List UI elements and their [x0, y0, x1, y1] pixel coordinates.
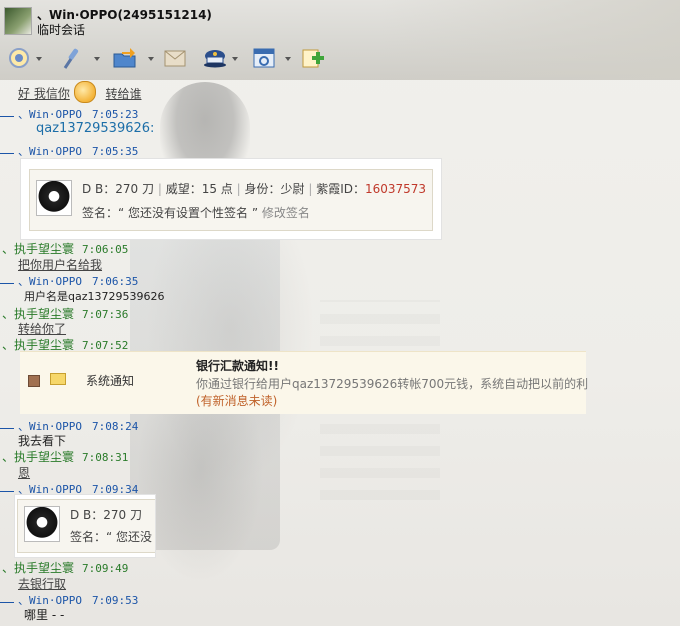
sender-name: 、执手望尘寰 [2, 338, 75, 352]
sender-name: 、执手望尘寰 [2, 307, 75, 321]
message-text: qaz13729539626: [36, 121, 155, 136]
message-header: 、执手望尘寰 7:08:31 [2, 448, 128, 465]
message-text: 去银行取 [18, 577, 67, 591]
message-text: 哪里 - - [24, 608, 65, 622]
message-header: 、Win·OPPO 7:05:23 [18, 106, 138, 122]
profile-avatar [24, 506, 60, 542]
voice-icon [63, 48, 79, 69]
message-time: 7:05:35 [91, 145, 139, 158]
signature-text: 签名：“ 您还没有设置个性签名 ” [82, 206, 259, 220]
profile-stats: D B：270 刀 | 威望：15 点 | 身份：少尉 | 紫霞ID：16037… [82, 182, 427, 196]
contact-avatar[interactable] [4, 7, 32, 35]
message-time: 7:06:35 [91, 275, 139, 288]
window-header: 、Win·OPPO(2495151214) 临时会话 [0, 0, 680, 80]
add-friend-button[interactable] [300, 44, 326, 72]
db-stat: D B：270 刀 [82, 182, 155, 196]
message-time: 7:08:31 [82, 451, 129, 464]
profile-signature: 签名：“ 您还没 [70, 528, 152, 545]
prestige-stat: 威望：15 点 [165, 182, 233, 196]
sender-name: 、Win·OPPO [18, 275, 82, 288]
message-text: 转给你了 [18, 322, 67, 336]
message-time: 7:09:49 [82, 562, 129, 575]
sender-name: 、执手望尘寰 [2, 561, 75, 575]
app-window-icon [253, 48, 275, 68]
emoji-icon [73, 81, 96, 103]
own-message-marker [0, 491, 14, 492]
message-time: 7:07:36 [82, 308, 129, 321]
sender-name: 、Win·OPPO [18, 108, 82, 121]
message-text: 我去看下 [18, 434, 67, 448]
message-text: 把你用户名给我 [18, 258, 103, 272]
profile-card-inner: D B：270 刀 签名：“ 您还没 [17, 499, 155, 553]
send-mail-button[interactable] [162, 44, 188, 72]
unread-link[interactable]: (有新消息未读) [196, 392, 277, 409]
profile-stats: D B：270 刀 [70, 506, 142, 523]
video-dropdown-arrow[interactable] [36, 57, 42, 61]
message-part: 转给谁 [105, 86, 142, 101]
message-text: 好 我信你 转给谁 [18, 81, 142, 105]
profile-card-partial[interactable]: D B：270 刀 签名：“ 您还没 [14, 494, 156, 558]
notice-title: 银行汇款通知!! [196, 359, 279, 373]
profile-avatar [36, 180, 72, 216]
app-button[interactable] [251, 44, 277, 72]
own-message-marker [0, 428, 14, 429]
system-notice[interactable]: 系统通知 银行汇款通知!! 你通过银行给用户qaz13729539626转帐70… [20, 351, 589, 414]
message-part: 好 我信你 [18, 86, 70, 101]
own-message-marker [0, 116, 14, 117]
message-time: 7:09:53 [91, 594, 139, 607]
message-time: 7:08:24 [91, 420, 139, 433]
own-message-marker [0, 602, 14, 603]
signature-text: 签名：“ 您还没 [70, 530, 153, 544]
own-message-marker [0, 153, 14, 154]
app-dropdown-arrow[interactable] [285, 57, 291, 61]
toolbar [0, 42, 340, 78]
message-time: 7:05:23 [91, 108, 139, 121]
message-header: 、Win·OPPO 7:06:35 [18, 273, 138, 289]
video-call-button[interactable] [6, 44, 32, 72]
chat-history[interactable]: 好 我信你 转给谁 、Win·OPPO 7:05:23 qaz1372953962… [0, 80, 680, 626]
file-dropdown-arrow[interactable] [148, 57, 154, 61]
profile-signature: 签名：“ 您还没有设置个性签名 ” 修改签名 [82, 204, 310, 221]
police-hat-icon [204, 50, 226, 68]
notice-label: 系统通知 [86, 374, 135, 388]
report-button[interactable] [202, 44, 228, 72]
file-transfer-button[interactable] [112, 44, 138, 72]
sender-name: 、执手望尘寰 [2, 450, 75, 464]
rank-stat: 身份：少尉 [244, 182, 305, 196]
envelope-icon [50, 373, 66, 385]
message-header: 、执手望尘寰 7:09:49 [2, 559, 128, 576]
add-friend-icon [302, 49, 324, 68]
zixia-id-label: 紫霞ID： [316, 182, 365, 196]
voice-call-button[interactable] [58, 44, 84, 72]
folder-transfer-icon [113, 48, 136, 68]
video-icon [9, 48, 29, 68]
message-header: 、Win·OPPO 7:05:35 [18, 143, 138, 159]
message-time: 7:06:05 [82, 243, 129, 256]
profile-card-inner: D B：270 刀 | 威望：15 点 | 身份：少尉 | 紫霞ID：16037… [29, 169, 433, 231]
mail-icon [164, 50, 186, 67]
message-header: 、执手望尘寰 7:06:05 [2, 240, 128, 257]
message-text: 恩 [18, 466, 31, 480]
session-type: 临时会话 [37, 23, 86, 37]
report-dropdown-arrow[interactable] [232, 57, 238, 61]
header-fade [380, 0, 680, 80]
sender-name: 、Win·OPPO [18, 145, 82, 158]
zixia-id-value: 16037573 [364, 182, 427, 196]
profile-card[interactable]: D B：270 刀 | 威望：15 点 | 身份：少尉 | 紫霞ID：16037… [20, 158, 442, 240]
voice-dropdown-arrow[interactable] [94, 57, 100, 61]
notice-body: 你通过银行给用户qaz13729539626转帐700元钱，系统自动把以前的利 [196, 377, 589, 391]
notice-square-icon [28, 375, 40, 387]
message-text: 用户名是qaz13729539626 [24, 290, 165, 303]
sender-name: 、执手望尘寰 [2, 242, 75, 256]
edit-signature-link[interactable]: 修改签名 [262, 206, 310, 220]
db-stat: D B：270 刀 [70, 508, 143, 522]
own-message-marker [0, 283, 14, 284]
